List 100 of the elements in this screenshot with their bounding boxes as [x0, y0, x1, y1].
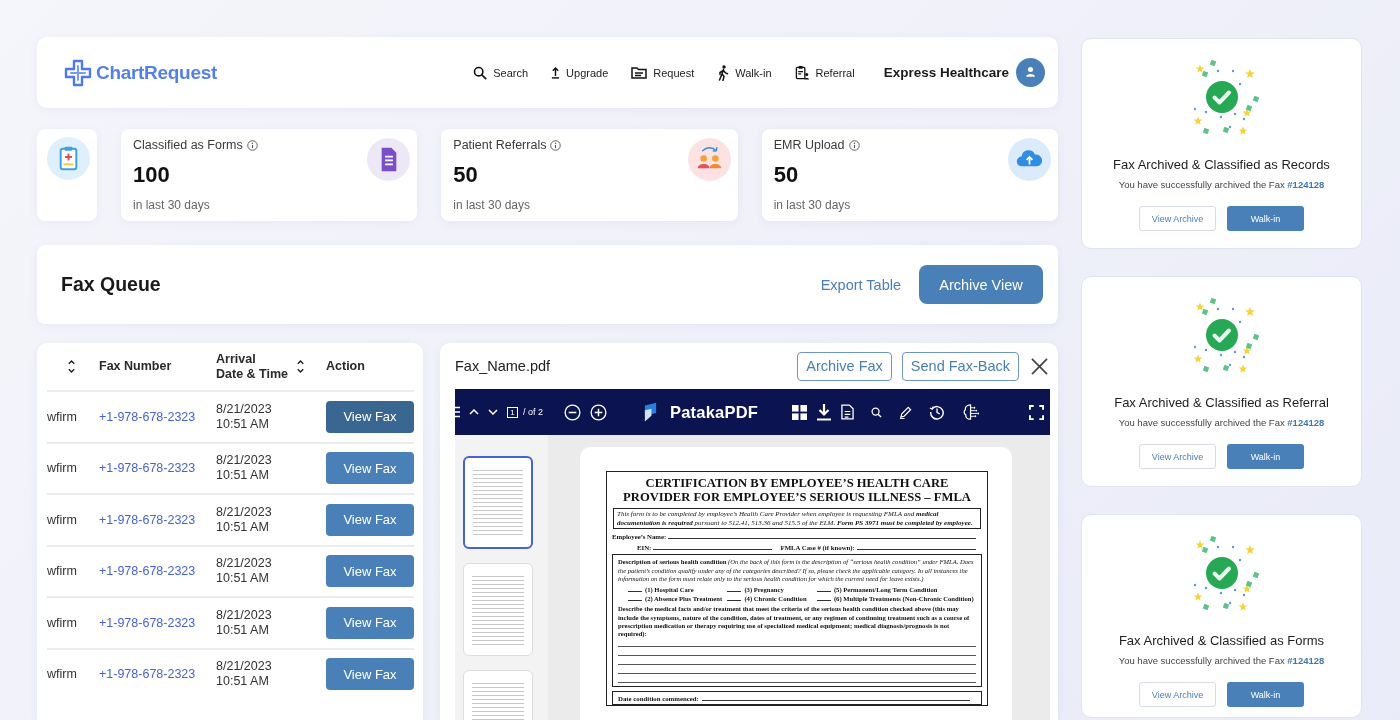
table-cell-text: wfirm — [47, 409, 78, 424]
notification-message: You have successfully archived the Fax #124128 — [1118, 417, 1325, 428]
stat-period: in last 30 days — [773, 198, 852, 212]
stat-value: 50 — [773, 162, 800, 188]
fax-number-link[interactable]: #124128 — [1287, 655, 1325, 666]
info-icon[interactable] — [550, 139, 562, 151]
stat-period: in last 30 days — [133, 198, 211, 212]
folder-icon — [631, 66, 648, 79]
table-cell-text: 8/21/2023 — [216, 659, 273, 675]
table-cell-text: 10:51 AM — [216, 674, 270, 690]
table-cell-text: 8/21/2023 — [216, 453, 273, 469]
nav-item[interactable]: Walk-in — [717, 64, 772, 81]
info-icon[interactable] — [848, 139, 860, 151]
view-fax-button[interactable]: View Fax — [326, 658, 414, 691]
view-archive-button[interactable]: View Archive — [1139, 444, 1216, 469]
notification-message: You have successfully archived the Fax #124128 — [1118, 655, 1325, 666]
fax-number-link[interactable]: +1-978-678-2323 — [99, 512, 216, 527]
grid-icon[interactable] — [792, 404, 808, 420]
stat-title: Classified as Forms — [133, 138, 243, 152]
close-icon[interactable] — [1031, 357, 1048, 375]
file-name: Fax_Name.pdf — [455, 358, 551, 374]
stat-period: in last 30 days — [453, 198, 532, 212]
notification-title: Fax Archived & Classified as Referral — [1114, 395, 1329, 410]
sort-icon[interactable] — [296, 359, 305, 374]
archive-fax-button[interactable]: Archive Fax — [797, 351, 892, 381]
nav-item[interactable]: Referral — [794, 65, 855, 80]
document-icon[interactable] — [841, 404, 855, 420]
nav-item[interactable]: Search — [473, 65, 529, 80]
fax-number-link[interactable]: +1-978-678-2323 — [99, 667, 216, 682]
walk-in-button[interactable]: Walk-in — [1227, 682, 1304, 707]
column-header: Fax Number — [99, 359, 172, 374]
chevron-down-icon[interactable] — [488, 409, 498, 415]
fax-number-link[interactable]: +1-978-678-2323 — [99, 409, 216, 424]
logo-text[interactable]: ChartRequest — [96, 61, 217, 84]
table-cell-text: wfirm — [47, 615, 78, 630]
stat-value: 50 — [453, 162, 479, 188]
fax-number-link[interactable]: #124128 — [1287, 417, 1325, 428]
table-cell-text: 10:51 AM — [216, 519, 270, 535]
fullscreen-icon[interactable] — [1029, 404, 1044, 420]
brain-circuit-icon[interactable] — [962, 402, 982, 422]
form-document-icon — [367, 138, 411, 181]
column-header: Arrival Date & Time — [216, 351, 288, 382]
notification-title: Fax Archived & Classified as Records — [1113, 157, 1330, 172]
view-fax-button[interactable]: View Fax — [326, 400, 414, 433]
pdf-logo-icon — [643, 401, 658, 423]
notification-message: You have successfully archived the Fax #124128 — [1118, 179, 1325, 190]
table-cell-text: wfirm — [47, 667, 78, 682]
view-fax-button[interactable]: View Fax — [326, 503, 414, 536]
section-title: Fax Queue — [61, 273, 161, 296]
nav-item[interactable]: Upgrade — [551, 66, 609, 79]
pen-icon[interactable] — [899, 405, 913, 419]
table-cell-text: wfirm — [47, 461, 78, 476]
stat-title: Patient Referrals — [453, 138, 547, 152]
search-icon[interactable] — [871, 406, 883, 418]
send-fax-back-button[interactable]: Send Fax-Back — [901, 351, 1019, 381]
table-cell-text: 8/21/2023 — [216, 401, 273, 417]
clipboard-icon — [47, 137, 90, 180]
fax-number-link[interactable]: +1-978-678-2323 — [99, 615, 216, 630]
form-title: CERTIFICATION BY EMPLOYEE’S HEALTH CARE PROVIDER FOR EMPLOYEE’S SERIOUS ILLNESS – FMLA — [622, 476, 972, 504]
walk-in-button[interactable]: Walk-in — [1227, 444, 1304, 469]
info-icon[interactable] — [246, 139, 258, 151]
brand-name: PatakaPDF — [670, 402, 759, 422]
archive-view-button[interactable]: Archive View — [919, 265, 1043, 304]
sort-icon[interactable] — [67, 359, 76, 374]
cloud-upload-icon — [1008, 138, 1051, 181]
table-cell-text: 10:51 AM — [216, 468, 270, 484]
people-exchange-icon — [687, 138, 731, 181]
view-archive-button[interactable]: View Archive — [1139, 682, 1216, 707]
walking-person-icon — [717, 64, 730, 81]
search-icon — [473, 65, 488, 80]
table-cell-text: 8/21/2023 — [216, 607, 273, 623]
table-cell-text: 8/21/2023 — [216, 504, 273, 520]
table-cell-text: 8/21/2023 — [216, 556, 273, 572]
download-icon[interactable] — [816, 403, 833, 421]
view-archive-button[interactable]: View Archive — [1139, 206, 1216, 231]
history-icon[interactable] — [929, 404, 946, 420]
notification-title: Fax Archived & Classified as Forms — [1118, 633, 1325, 648]
view-fax-button[interactable]: View Fax — [326, 452, 414, 485]
avatar-icon[interactable] — [1016, 58, 1045, 87]
upload-arrow-icon — [551, 66, 561, 79]
fax-number-link[interactable]: #124128 — [1287, 179, 1325, 190]
column-header: Action — [326, 359, 365, 374]
view-fax-button[interactable]: View Fax — [326, 606, 414, 639]
fax-number-link[interactable]: +1-978-678-2323 — [99, 461, 216, 476]
zoom-out-icon[interactable] — [564, 403, 581, 421]
fax-number-link[interactable]: +1-978-678-2323 — [99, 564, 216, 579]
nav-item[interactable]: Request — [631, 66, 695, 79]
table-cell-text: wfirm — [47, 564, 78, 579]
export-table-link[interactable]: Export Table — [820, 276, 901, 293]
table-cell-text: wfirm — [47, 512, 78, 527]
page-thumbnail[interactable] — [463, 456, 533, 549]
walk-in-button[interactable]: Walk-in — [1227, 206, 1304, 231]
table-cell-text: 10:51 AM — [216, 416, 270, 432]
chevron-up-icon[interactable] — [469, 409, 479, 415]
cross-logo-icon — [63, 57, 93, 88]
menu-icon[interactable] — [455, 406, 460, 418]
account-name[interactable]: Express Healthcare — [883, 65, 1009, 80]
zoom-in-icon[interactable] — [590, 403, 607, 421]
page-number-field[interactable]: 1 — [507, 406, 518, 418]
view-fax-button[interactable]: View Fax — [326, 555, 414, 588]
